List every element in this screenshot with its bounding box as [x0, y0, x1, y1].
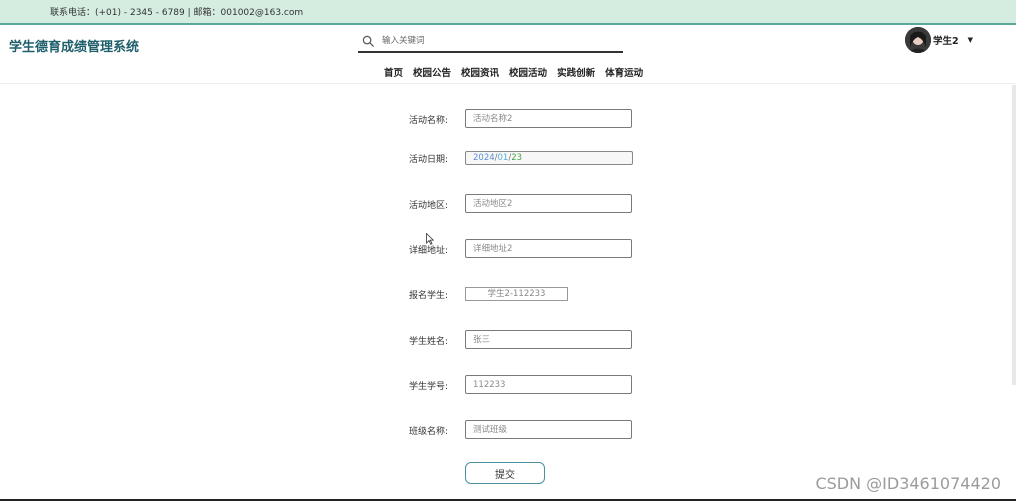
search-input[interactable]	[382, 34, 612, 48]
watermark: CSDN @ID3461074420	[815, 474, 1001, 493]
form-row-activity-date: 活动日期: 2024/01/23	[0, 151, 1016, 173]
form-row-activity-area: 活动地区:	[0, 194, 1016, 216]
nav-item-news[interactable]: 校园资讯	[461, 65, 499, 79]
search-icon[interactable]	[362, 35, 375, 48]
form-row-student-name: 学生姓名:	[0, 330, 1016, 352]
search-bar	[358, 32, 623, 53]
class-name-label: 班级名称:	[408, 427, 448, 437]
contact-info: 联系电话：(+01) - 2345 - 6789 | 邮箱：001002@163…	[50, 8, 304, 18]
enrolled-student-select[interactable]: 学生2-112233	[465, 287, 568, 301]
form-row-student-id: 学生学号:	[0, 375, 1016, 397]
main-nav: 首页 校园公告 校园资讯 校园活动 实践创新 体育运动	[384, 65, 643, 79]
activity-area-label: 活动地区:	[408, 201, 448, 211]
nav-item-home[interactable]: 首页	[384, 65, 403, 79]
address-input[interactable]	[465, 239, 632, 258]
top-contact-bar: 联系电话：(+01) - 2345 - 6789 | 邮箱：001002@163…	[0, 0, 1016, 25]
student-id-input[interactable]	[465, 375, 632, 394]
site-header: 学生德育成绩管理系统 学生2 ▼ 首页 校园公告 校园资讯 校园活动 实践创新 …	[0, 25, 1016, 84]
user-name[interactable]: 学生2	[933, 33, 959, 47]
activity-date-input[interactable]: 2024/01/23	[465, 151, 633, 165]
site-logo[interactable]: 学生德育成绩管理系统	[9, 36, 139, 55]
class-name-input[interactable]	[465, 420, 632, 439]
mouse-cursor-icon	[426, 233, 434, 245]
enrolled-student-label: 报名学生:	[408, 291, 448, 301]
form-row-address: 详细地址:	[0, 239, 1016, 261]
chevron-down-icon[interactable]: ▼	[968, 36, 973, 44]
nav-item-activities[interactable]: 校园活动	[509, 65, 547, 79]
activity-area-input[interactable]	[465, 194, 632, 213]
user-menu[interactable]: 学生2 ▼	[905, 27, 973, 53]
nav-item-announcements[interactable]: 校园公告	[413, 65, 451, 79]
form-row-activity-name: 活动名称:	[0, 109, 1016, 131]
student-name-label: 学生姓名:	[408, 337, 448, 347]
form-row-enrolled-student: 报名学生: 学生2-112233	[0, 287, 1016, 309]
activity-name-input[interactable]	[465, 109, 632, 128]
date-day: 23	[511, 153, 523, 163]
activity-date-label: 活动日期:	[408, 155, 448, 165]
address-label: 详细地址:	[408, 246, 448, 256]
form-row-class-name: 班级名称:	[0, 420, 1016, 442]
date-year: 2024	[473, 153, 495, 163]
nav-item-sports[interactable]: 体育运动	[605, 65, 643, 79]
student-id-label: 学生学号:	[408, 382, 448, 392]
avatar[interactable]	[905, 27, 931, 53]
student-name-input[interactable]	[465, 330, 632, 349]
nav-item-innovation[interactable]: 实践创新	[557, 65, 595, 79]
date-month: 01	[497, 153, 509, 163]
submit-button[interactable]: 提交	[465, 462, 545, 484]
activity-name-label: 活动名称:	[408, 116, 448, 126]
